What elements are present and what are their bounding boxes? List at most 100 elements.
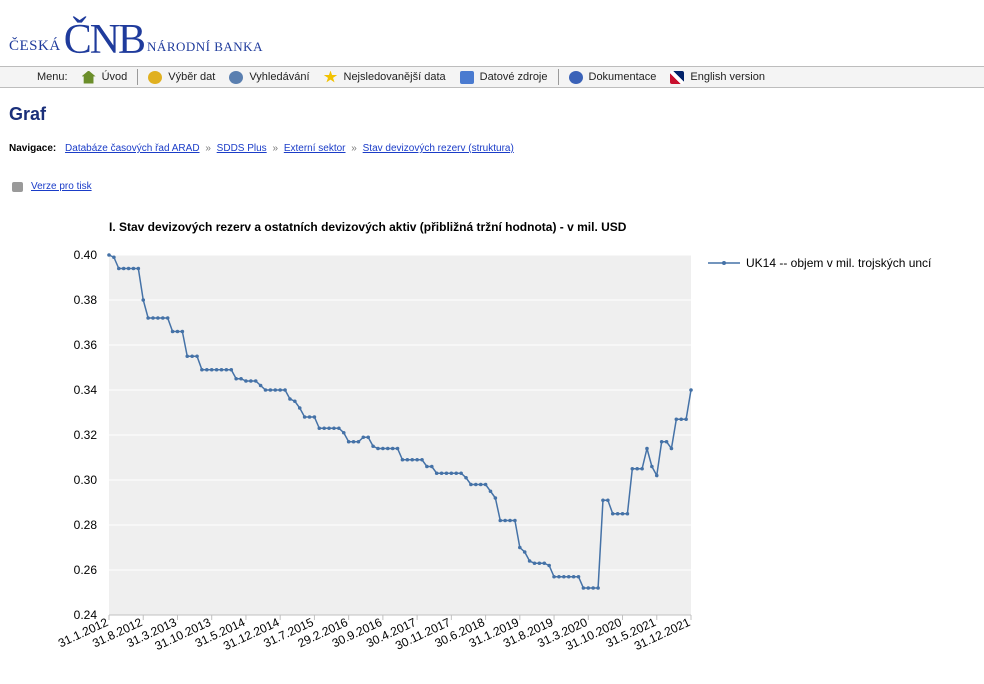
data-point — [156, 316, 160, 320]
data-point — [126, 266, 131, 271]
data-point — [469, 482, 473, 487]
data-point — [415, 457, 419, 462]
data-point — [444, 471, 449, 476]
data-point — [361, 435, 366, 440]
data-point — [601, 498, 605, 503]
data-point — [297, 406, 302, 410]
data-point — [596, 586, 600, 590]
data-point — [224, 367, 229, 372]
data-point — [337, 426, 341, 431]
data-point — [552, 574, 556, 579]
data-point — [571, 574, 576, 579]
data-point — [410, 457, 415, 462]
data-point — [586, 586, 591, 590]
data-point — [645, 446, 649, 451]
data-point — [474, 482, 478, 487]
y-tick-label: 0.38 — [74, 293, 98, 307]
data-point — [640, 466, 644, 471]
data-point — [488, 489, 493, 494]
data-point — [513, 518, 517, 523]
legend-label: UK14 -- objem v mil. trojských uncí — [746, 256, 932, 270]
y-tick-label: 0.36 — [74, 338, 98, 352]
data-point — [615, 511, 620, 516]
data-point — [170, 329, 175, 334]
data-point — [464, 475, 468, 480]
data-point — [239, 376, 243, 381]
data-point — [322, 426, 326, 431]
data-point — [518, 545, 522, 550]
data-point — [273, 388, 278, 392]
data-point — [165, 316, 170, 320]
data-point — [195, 354, 199, 359]
data-point — [434, 471, 439, 476]
data-point — [429, 464, 434, 469]
data-point — [175, 329, 180, 334]
data-point — [581, 586, 586, 590]
data-point — [493, 496, 498, 500]
data-point — [307, 415, 312, 419]
data-point — [508, 518, 512, 523]
y-tick-label: 0.30 — [74, 473, 98, 487]
data-point — [214, 367, 219, 372]
data-point — [454, 471, 459, 476]
data-point — [136, 266, 141, 271]
data-point — [200, 367, 204, 372]
data-point — [381, 446, 385, 451]
data-point — [557, 574, 561, 579]
data-point — [112, 255, 116, 260]
data-point — [263, 388, 268, 392]
data-point — [576, 574, 581, 579]
data-point — [253, 379, 258, 383]
data-point — [439, 471, 444, 476]
data-point — [659, 439, 664, 444]
line-chart: 0.400.380.360.340.320.300.280.260.2431.1… — [56, 248, 932, 653]
data-point — [566, 574, 571, 579]
data-point — [689, 388, 693, 392]
data-point — [278, 388, 282, 392]
data-point — [390, 446, 395, 451]
data-point — [209, 367, 214, 372]
data-point — [312, 415, 317, 419]
data-point — [527, 559, 532, 563]
data-point — [385, 446, 390, 451]
data-point — [327, 426, 331, 431]
data-point — [562, 574, 566, 579]
data-point — [332, 426, 336, 431]
data-point — [483, 482, 488, 487]
data-point — [258, 383, 263, 388]
data-point — [317, 426, 322, 431]
data-point — [121, 266, 126, 271]
data-point — [283, 388, 287, 392]
data-point — [635, 466, 639, 471]
data-point — [630, 466, 635, 471]
data-point — [302, 415, 307, 419]
legend-marker — [722, 261, 726, 265]
data-point — [346, 439, 351, 444]
data-point — [606, 498, 610, 503]
data-point — [405, 457, 410, 462]
data-point — [395, 446, 400, 451]
data-point — [625, 511, 630, 516]
data-point — [366, 435, 371, 440]
data-point — [107, 253, 111, 257]
data-point — [532, 561, 537, 566]
data-point — [371, 444, 375, 449]
data-point — [674, 417, 679, 422]
data-point — [244, 379, 248, 383]
data-point — [537, 561, 542, 566]
data-point — [498, 518, 503, 523]
data-point — [356, 439, 361, 444]
data-point — [161, 316, 165, 320]
data-point — [400, 457, 405, 462]
y-tick-label: 0.32 — [74, 428, 98, 442]
data-point — [341, 430, 346, 435]
y-tick-label: 0.40 — [74, 248, 98, 262]
data-point — [219, 367, 224, 372]
data-point — [141, 298, 146, 302]
data-point — [180, 329, 185, 334]
y-tick-label: 0.34 — [74, 383, 98, 397]
data-point — [185, 354, 190, 359]
data-point — [146, 316, 150, 320]
data-point — [679, 417, 684, 422]
data-point — [684, 417, 688, 422]
